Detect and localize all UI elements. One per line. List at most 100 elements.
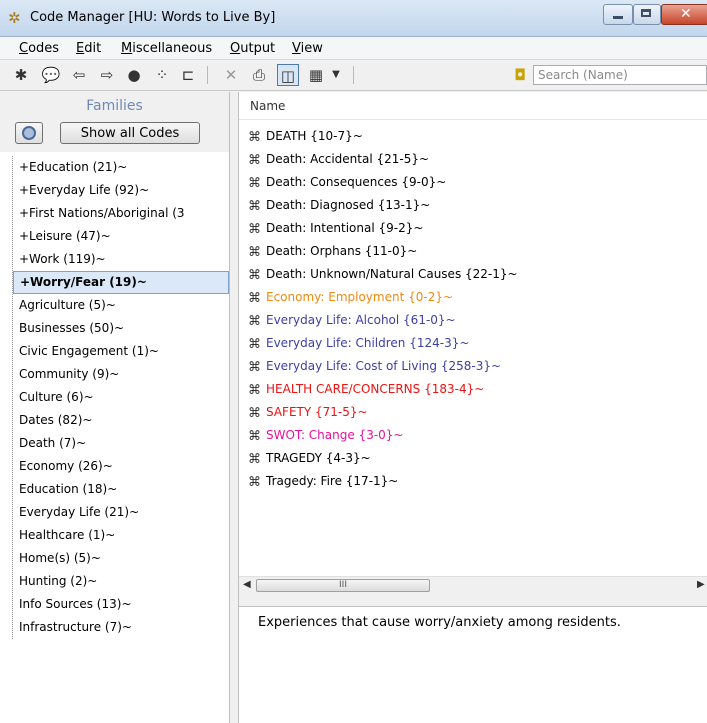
horizontal-scrollbar[interactable]: ◀ III ▶ [239, 576, 707, 594]
family-item[interactable]: +Everyday Life (92)~ [13, 179, 229, 202]
code-row[interactable]: ⌘ Economy: Employment {0-2}~ [248, 286, 707, 309]
code-label: Death: Diagnosed {13-1}~ [266, 198, 431, 212]
code-row[interactable]: ⌘ Tragedy: Fire {17-1}~ [248, 470, 707, 493]
family-item[interactable]: +Worry/Fear (19)~ [13, 271, 229, 294]
menu-output[interactable]: Output [230, 41, 275, 56]
family-item[interactable]: Hunting (2)~ [13, 570, 229, 593]
tree-icon[interactable]: ⊏ [177, 64, 199, 86]
family-item[interactable]: Education (18)~ [13, 478, 229, 501]
scrollbar-thumb[interactable]: III [256, 579, 430, 592]
code-label: TRAGEDY {4-3}~ [266, 451, 371, 465]
back-arrow-icon[interactable]: ⇦ [68, 64, 90, 86]
search-icon[interactable]: ◘ [509, 64, 531, 86]
code-icon: ⌘ [248, 337, 261, 352]
family-item[interactable]: Home(s) (5)~ [13, 547, 229, 570]
code-row[interactable]: ⌘ Death: Unknown/Natural Causes {22-1}~ [248, 263, 707, 286]
code-row[interactable]: ⌘ Everyday Life: Alcohol {61-0}~ [248, 309, 707, 332]
code-label: Everyday Life: Alcohol {61-0}~ [266, 313, 456, 327]
family-item[interactable]: Healthcare (1)~ [13, 524, 229, 547]
code-icon: ⌘ [248, 429, 261, 444]
close-button[interactable]: ✕ [661, 4, 707, 25]
family-item[interactable]: Everyday Life (21)~ [13, 501, 229, 524]
code-label: DEATH {10-7}~ [266, 129, 363, 143]
print-icon[interactable]: ⎙ [248, 64, 270, 86]
comment-splitter[interactable] [239, 594, 707, 607]
menu-codes[interactable]: Codes [19, 41, 59, 56]
family-item[interactable]: Civic Engagement (1)~ [13, 340, 229, 363]
scroll-right-icon[interactable]: ▶ [697, 579, 705, 590]
minimize-icon [613, 16, 623, 19]
family-item[interactable]: +Education (21)~ [13, 156, 229, 179]
family-item[interactable]: Agriculture (5)~ [13, 294, 229, 317]
family-item[interactable]: Info Sources (13)~ [13, 593, 229, 616]
code-row[interactable]: ⌘ HEALTH CARE/CONCERNS {183-4}~ [248, 378, 707, 401]
codes-column-header[interactable]: Name [239, 92, 707, 120]
family-item[interactable]: Businesses (50)~ [13, 317, 229, 340]
code-label: Death: Consequences {9-0}~ [266, 175, 447, 189]
maximize-button[interactable] [633, 4, 661, 25]
family-item[interactable]: Death (7)~ [13, 432, 229, 455]
family-item[interactable]: Culture (6)~ [13, 386, 229, 409]
family-item[interactable]: Dates (82)~ [13, 409, 229, 432]
code-row[interactable]: ⌘ Death: Intentional {9-2}~ [248, 217, 707, 240]
family-manager-button[interactable] [15, 122, 43, 144]
window-title: Code Manager [HU: Words to Live By] [30, 10, 276, 25]
code-icon: ⌘ [248, 360, 261, 375]
code-row[interactable]: ⌘ Death: Diagnosed {13-1}~ [248, 194, 707, 217]
code-icon: ⌘ [248, 452, 261, 467]
family-item[interactable]: +First Nations/Aboriginal (3 [13, 202, 229, 225]
comment-icon[interactable]: 💬 [40, 64, 62, 86]
delete-icon[interactable]: ✕ [220, 64, 242, 86]
code-label: SWOT: Change {3-0}~ [266, 428, 404, 442]
code-icon: ⌘ [248, 314, 261, 329]
code-row[interactable]: ⌘ TRAGEDY {4-3}~ [248, 447, 707, 470]
code-row[interactable]: ⌘ Everyday Life: Children {124-3}~ [248, 332, 707, 355]
filter-icon[interactable]: ⁘ [151, 64, 173, 86]
code-row[interactable]: ⌘ Death: Orphans {11-0}~ [248, 240, 707, 263]
code-manager-icon: ✲ [8, 9, 21, 27]
minimize-button[interactable] [603, 4, 633, 25]
maximize-icon [641, 9, 651, 17]
menu-miscellaneous[interactable]: Miscellaneous [121, 41, 212, 56]
code-row[interactable]: ⌘ SWOT: Change {3-0}~ [248, 424, 707, 447]
family-item[interactable]: +Leisure (47)~ [13, 225, 229, 248]
family-item[interactable]: Economy (26)~ [13, 455, 229, 478]
search-field[interactable] [533, 65, 707, 85]
code-icon: ⌘ [248, 153, 261, 168]
code-icon: ⌘ [248, 245, 261, 260]
code-label: Tragedy: Fire {17-1}~ [266, 474, 399, 488]
families-panel: Families Show all Codes +Education (21)~… [0, 92, 230, 723]
code-row[interactable]: ⌘ DEATH {10-7}~ [248, 125, 707, 148]
network-view-icon[interactable]: ● [123, 64, 145, 86]
family-item[interactable]: +Work (119)~ [13, 248, 229, 271]
scroll-left-icon[interactable]: ◀ [243, 579, 251, 590]
code-row[interactable]: ⌘ Death: Consequences {9-0}~ [248, 171, 707, 194]
show-all-codes-button[interactable]: Show all Codes [60, 122, 200, 144]
comment-text: Experiences that cause worry/anxiety amo… [258, 615, 621, 630]
column-name-label: Name [250, 99, 286, 113]
new-code-icon[interactable]: ✱ [10, 64, 32, 86]
comment-pane[interactable]: Experiences that cause worry/anxiety amo… [239, 607, 707, 723]
family-item[interactable]: Infrastructure (7)~ [13, 616, 229, 639]
code-label: Death: Intentional {9-2}~ [266, 221, 424, 235]
code-row[interactable]: ⌘ Death: Accidental {21-5}~ [248, 148, 707, 171]
forward-arrow-icon[interactable]: ⇨ [96, 64, 118, 86]
code-row[interactable]: ⌘ Everyday Life: Cost of Living {258-3}~ [248, 355, 707, 378]
view-mode-icon[interactable]: ▦ [305, 64, 327, 86]
families-list: +Education (21)~ +Everyday Life (92)~ +Fir… [12, 156, 229, 639]
menu-view[interactable]: View [292, 41, 323, 56]
code-icon: ⌘ [248, 291, 261, 306]
search-input[interactable] [534, 66, 702, 84]
toolbar: ✱ 💬 ⇦ ⇨ ● ⁘ ⊏ ✕ ⎙ ◫ ▦ ▼ ◘ [0, 60, 707, 91]
code-icon: ⌘ [248, 176, 261, 191]
menu-bar: Codes Edit Miscellaneous Output View [0, 37, 707, 60]
family-item[interactable]: Community (9)~ [13, 363, 229, 386]
code-row[interactable]: ⌘ SAFETY {71-5}~ [248, 401, 707, 424]
menu-edit[interactable]: Edit [76, 41, 101, 56]
code-icon: ⌘ [248, 406, 261, 421]
chevron-down-icon[interactable]: ▼ [325, 64, 347, 86]
families-header: Families Show all Codes [0, 92, 229, 152]
split-view-icon[interactable]: ◫ [277, 64, 299, 86]
code-icon: ⌘ [248, 222, 261, 237]
panel-splitter[interactable] [230, 92, 239, 723]
